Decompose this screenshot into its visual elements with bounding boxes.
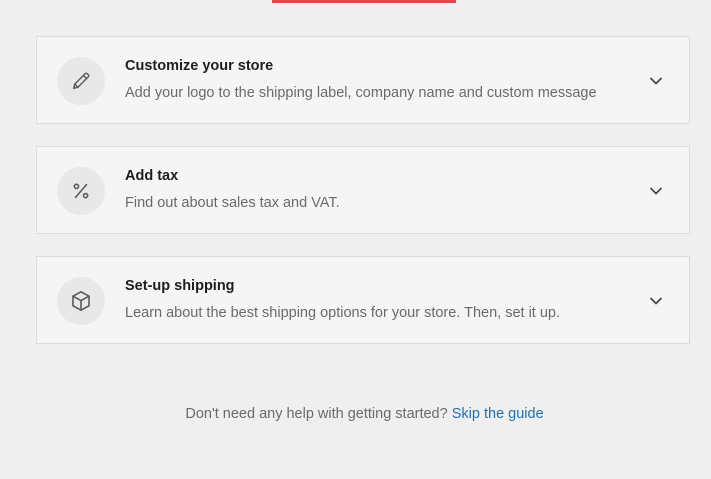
pencil-icon (57, 57, 105, 105)
chevron-down-icon[interactable] (648, 295, 664, 307)
top-accent-bar (272, 0, 456, 3)
card-description: Learn about the best shipping options fo… (125, 305, 561, 321)
chevron-down-icon[interactable] (648, 185, 664, 197)
footer-text: Don't need any help with getting started… (185, 406, 448, 422)
card-title: Set-up shipping (125, 278, 235, 294)
card-description: Add your logo to the shipping label, com… (125, 85, 597, 101)
card-setup-shipping[interactable]: Set-up shipping Learn about the best shi… (36, 256, 690, 344)
box-icon (57, 277, 105, 325)
card-customize-store[interactable]: Customize your store Add your logo to th… (36, 36, 690, 124)
card-title: Customize your store (125, 58, 274, 74)
chevron-down-icon[interactable] (648, 75, 664, 87)
skip-guide-link[interactable]: Skip the guide (452, 406, 544, 422)
percent-icon (57, 167, 105, 215)
footer-help: Don't need any help with getting started… (0, 406, 711, 422)
card-title: Add tax (125, 168, 179, 184)
card-description: Find out about sales tax and VAT. (125, 195, 340, 211)
card-add-tax[interactable]: Add tax Find out about sales tax and VAT… (36, 146, 690, 234)
